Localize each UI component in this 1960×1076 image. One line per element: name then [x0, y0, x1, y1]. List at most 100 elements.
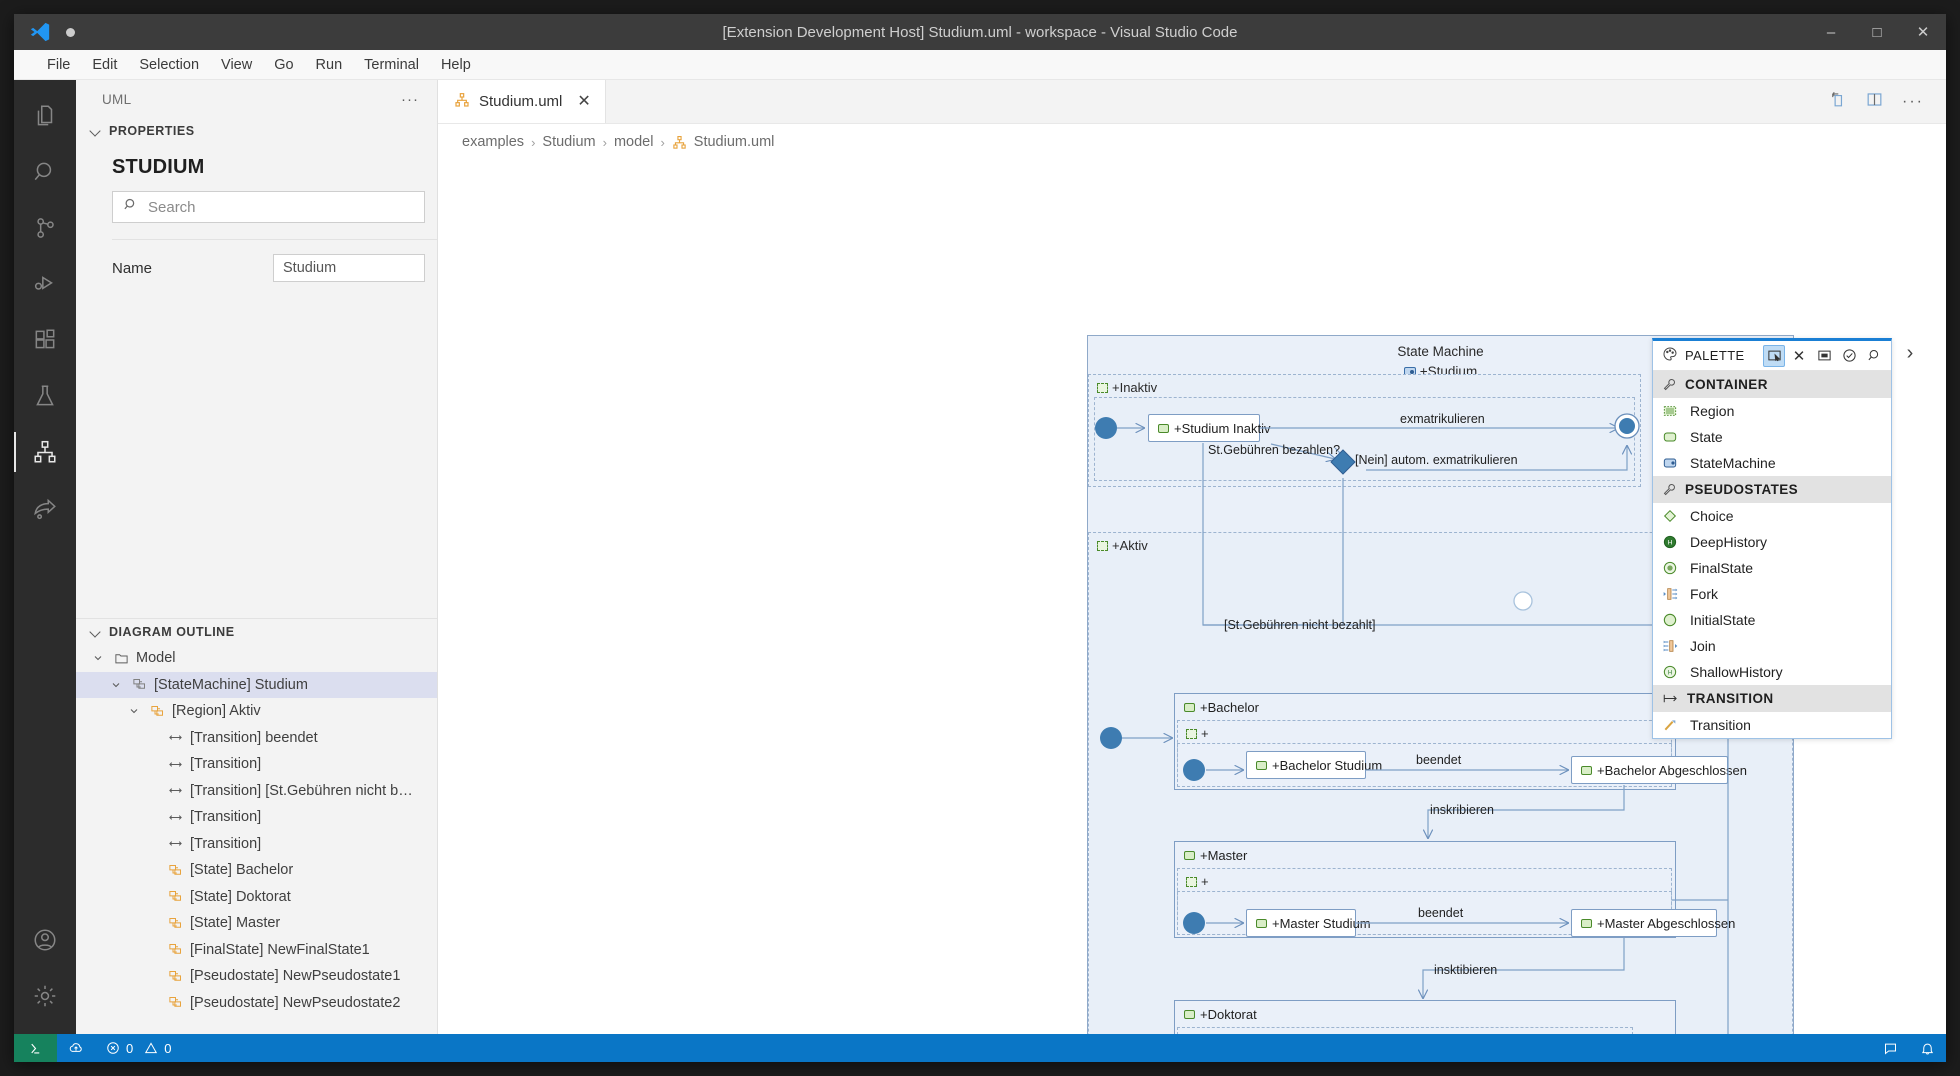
properties-section-header[interactable]: PROPERTIES	[76, 118, 437, 144]
chevron-down-icon[interactable]	[90, 652, 106, 664]
edge-label-inskribieren: inskribieren	[1430, 803, 1494, 817]
outline-item[interactable]: [Transition] [St.Gebühren nicht b…	[76, 778, 437, 805]
palette-item-state[interactable]: State	[1653, 424, 1891, 450]
bell-icon[interactable]	[1909, 1034, 1946, 1062]
tab-studium-uml[interactable]: Studium.uml ✕	[438, 80, 606, 123]
remote-host-indicator[interactable]	[14, 1034, 57, 1062]
menu-selection[interactable]: Selection	[130, 54, 208, 76]
search-tool-icon[interactable]	[1863, 345, 1885, 367]
outline-item-label: [FinalState] NewFinalState1	[190, 941, 370, 958]
palette-group-header[interactable]: CONTAINER	[1653, 371, 1891, 398]
state-studium-inaktiv[interactable]: +Studium Inaktiv	[1148, 414, 1270, 442]
breadcrumb-file[interactable]: Studium.uml	[694, 134, 775, 150]
close-button[interactable]: ✕	[1900, 14, 1946, 50]
menu-view[interactable]: View	[212, 54, 261, 76]
palette-item-initialstate[interactable]: InitialState	[1653, 607, 1891, 633]
diagram-outline-label: DIAGRAM OUTLINE	[109, 625, 235, 639]
menu-terminal[interactable]: Terminal	[355, 54, 428, 76]
search-box[interactable]	[112, 191, 425, 223]
problems-status[interactable]: 0 0	[95, 1034, 182, 1062]
outline-item[interactable]: [Transition]	[76, 831, 437, 858]
palette-item-label: Join	[1690, 638, 1716, 654]
outline-item[interactable]: [StateMachine] Studium	[76, 671, 437, 698]
outline-item[interactable]: [Region] Aktiv	[76, 698, 437, 725]
gear-icon[interactable]	[14, 968, 76, 1024]
sidebar-item-uml[interactable]	[14, 424, 76, 480]
delete-tool-icon[interactable]: ✕	[1788, 345, 1810, 367]
uml-file-icon	[672, 135, 687, 150]
state-icon	[166, 863, 184, 878]
name-field-row: Name	[76, 240, 437, 282]
validate-tool-icon[interactable]	[1838, 345, 1860, 367]
menu-run[interactable]: Run	[307, 54, 352, 76]
name-field[interactable]	[273, 254, 425, 282]
sidebar-header: UML ···	[76, 80, 437, 118]
diagram-outline-header[interactable]: DIAGRAM OUTLINE	[76, 619, 437, 645]
outline-item[interactable]: [State] Master	[76, 910, 437, 937]
more-actions-icon[interactable]: ···	[1902, 93, 1924, 111]
search-icon[interactable]	[14, 144, 76, 200]
marquee-tool-icon[interactable]	[1813, 345, 1835, 367]
outline-item[interactable]: [State] Doktorat	[76, 884, 437, 911]
extensions-icon[interactable]	[14, 312, 76, 368]
palette-item-finalstate[interactable]: FinalState	[1653, 555, 1891, 581]
palette-item-fork[interactable]: Fork	[1653, 581, 1891, 607]
outline-item[interactable]: [State] Bachelor	[76, 857, 437, 884]
palette-item-join[interactable]: Join	[1653, 633, 1891, 659]
outline-tree: Model [StateMachine] Studium [Region] Akti…	[76, 645, 437, 1034]
palette-item-choice[interactable]: Choice	[1653, 503, 1891, 529]
breadcrumb-model[interactable]: model	[614, 134, 654, 150]
outline-item[interactable]: [Transition]	[76, 751, 437, 778]
state-master-studium[interactable]: +Master Studium	[1246, 909, 1371, 937]
region-doktorat[interactable]: +	[1177, 1027, 1633, 1034]
outline-item[interactable]: [Transition] beendet	[76, 725, 437, 752]
outline-item[interactable]: [Transition]	[76, 804, 437, 831]
breadcrumb-studium[interactable]: Studium	[542, 134, 595, 150]
sync-status[interactable]	[57, 1034, 95, 1062]
split-editor-icon[interactable]	[1865, 90, 1884, 114]
search-input[interactable]	[148, 198, 414, 216]
outline-item[interactable]: [Pseudostate] NewPseudostate2	[76, 990, 437, 1017]
palette-group-header[interactable]: TRANSITION	[1653, 685, 1891, 712]
breadcrumb-examples[interactable]: examples	[462, 134, 524, 150]
state-master-abgeschlossen[interactable]: +Master Abgeschlossen	[1571, 909, 1735, 937]
explorer-icon[interactable]	[14, 88, 76, 144]
palette-item-label: DeepHistory	[1690, 534, 1768, 550]
palette-item-deephistory[interactable]: H DeepHistory	[1653, 529, 1891, 555]
breadcrumb-separator: ›	[602, 134, 607, 150]
minimize-button[interactable]: –	[1808, 14, 1854, 50]
edge-label-exmatrikulieren: exmatrikulieren	[1400, 412, 1485, 426]
palette-item-transition[interactable]: Transition	[1653, 712, 1891, 738]
outline-item[interactable]: [Pseudostate] NewPseudostate1	[76, 963, 437, 990]
palette-item-region[interactable]: Region	[1653, 398, 1891, 424]
outline-item[interactable]: Model	[76, 645, 437, 672]
feedback-icon[interactable]	[1872, 1034, 1909, 1062]
palette-item-statemachine[interactable]: StateMachine	[1653, 450, 1891, 476]
chevron-down-icon	[90, 125, 102, 137]
state-bachelor-abgeschlossen[interactable]: +Bachelor Abgeschlossen	[1571, 756, 1747, 784]
diagram-canvas[interactable]: State Machine +Studium +Inaktiv +Aktiv +…	[438, 160, 1946, 1034]
testing-icon[interactable]	[14, 368, 76, 424]
palette-item-shallowhistory[interactable]: H ShallowHistory	[1653, 659, 1891, 685]
menu-go[interactable]: Go	[265, 54, 302, 76]
account-icon[interactable]	[14, 912, 76, 968]
close-icon[interactable]: ✕	[577, 93, 590, 110]
menu-file[interactable]: File	[38, 54, 79, 76]
state-bachelor-studium[interactable]: +Bachelor Studium	[1246, 751, 1382, 779]
sidebar-more-actions-icon[interactable]: ···	[401, 91, 419, 108]
select-tool-icon[interactable]	[1763, 344, 1785, 367]
menu-edit[interactable]: Edit	[83, 54, 126, 76]
open-changes-icon[interactable]	[1828, 90, 1847, 114]
maximize-button[interactable]: □	[1854, 14, 1900, 50]
chevron-down-icon[interactable]	[126, 705, 142, 717]
chevron-down-icon[interactable]	[108, 679, 124, 691]
source-control-icon[interactable]	[14, 200, 76, 256]
share-icon[interactable]	[14, 480, 76, 536]
palette-group-header[interactable]: PSEUDOSTATES	[1653, 476, 1891, 503]
palette-collapse-icon[interactable]: ›	[1896, 338, 1924, 368]
outline-item-label: [State] Doktorat	[190, 888, 291, 905]
outline-item[interactable]: [FinalState] NewFinalState1	[76, 937, 437, 964]
run-debug-icon[interactable]	[14, 256, 76, 312]
menu-help[interactable]: Help	[432, 54, 480, 76]
state-icon	[1256, 918, 1267, 928]
